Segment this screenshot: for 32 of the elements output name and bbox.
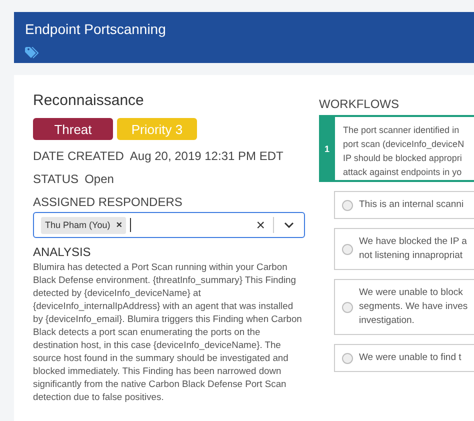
field-label: STATUS	[33, 172, 79, 186]
finding-tag: Threat	[33, 118, 113, 140]
responders-select[interactable]: Thu Pham (You) × ×	[33, 212, 305, 238]
finding-tag: Priority 3	[117, 118, 197, 140]
workflow-option[interactable]: We have blocked the IP a not listening innapropriat	[334, 228, 474, 270]
radio-button[interactable]	[342, 200, 353, 210]
step-text: The port scanner identified in port scan (deviceInfo_deviceN IP should be blocked appropri attack against endpoints in yo	[342, 124, 464, 179]
workflow-option[interactable]: We were unable to block segments. We have inves investigation.	[334, 279, 474, 335]
field-label: ANALYSIS	[33, 245, 92, 259]
page-title: Endpoint Portscanning	[25, 21, 166, 37]
workflow-option[interactable]: We were unable to find t	[334, 344, 474, 372]
radio-button[interactable]	[342, 244, 353, 254]
field-value: Open	[84, 172, 114, 186]
option-text: This is an internal scanni	[359, 198, 464, 212]
workflow-option[interactable]: This is an internal scanni	[334, 191, 474, 219]
option-text: We have blocked the IP a not listening innapropriat	[359, 235, 467, 263]
remove-icon[interactable]: ×	[116, 220, 122, 230]
radio-button[interactable]	[342, 352, 353, 364]
chevron-icon[interactable]	[284, 222, 294, 228]
radio-button[interactable]	[342, 302, 353, 312]
field-label: ASSIGNED RESPONDERS	[33, 195, 182, 209]
section-title: WORKFLOWS	[319, 97, 399, 111]
clear-icon[interactable]: ×	[248, 216, 273, 234]
field-value: Aug 20, 2019 12:31 PM EDT	[130, 149, 284, 163]
option-text: We were unable to find t	[359, 351, 462, 365]
finding-name: Reconnaissance	[33, 92, 144, 109]
field-label: DATE CREATED	[33, 149, 124, 163]
option-text: We were unable to block segments. We have inves investigation.	[359, 286, 468, 328]
step-number: 1	[319, 117, 335, 180]
responder-chip: Thu Pham (You) ×	[41, 216, 126, 234]
tag-icon[interactable]	[25, 47, 39, 59]
analysis-text: Blumira has detected a Port Scan running within your Carbon Black Defense environment. {threatInfo_summary} This Finding detected by {deviceInfo_deviceName} at {deviceInfo_internalIpAddress} with an agent that was installed by {deviceInfo_email}. Blumira triggers this Finding when Carbon Black detects a port scan enumerating the ports on the destination host, in this case {deviceInfo_deviceName}. The source host found in the summary should be investigated and blocked immediately. This Finding has been narrowed down significantly from the native Carbon Black Defense Port Scan detection due to false positives.	[33, 260, 303, 403]
